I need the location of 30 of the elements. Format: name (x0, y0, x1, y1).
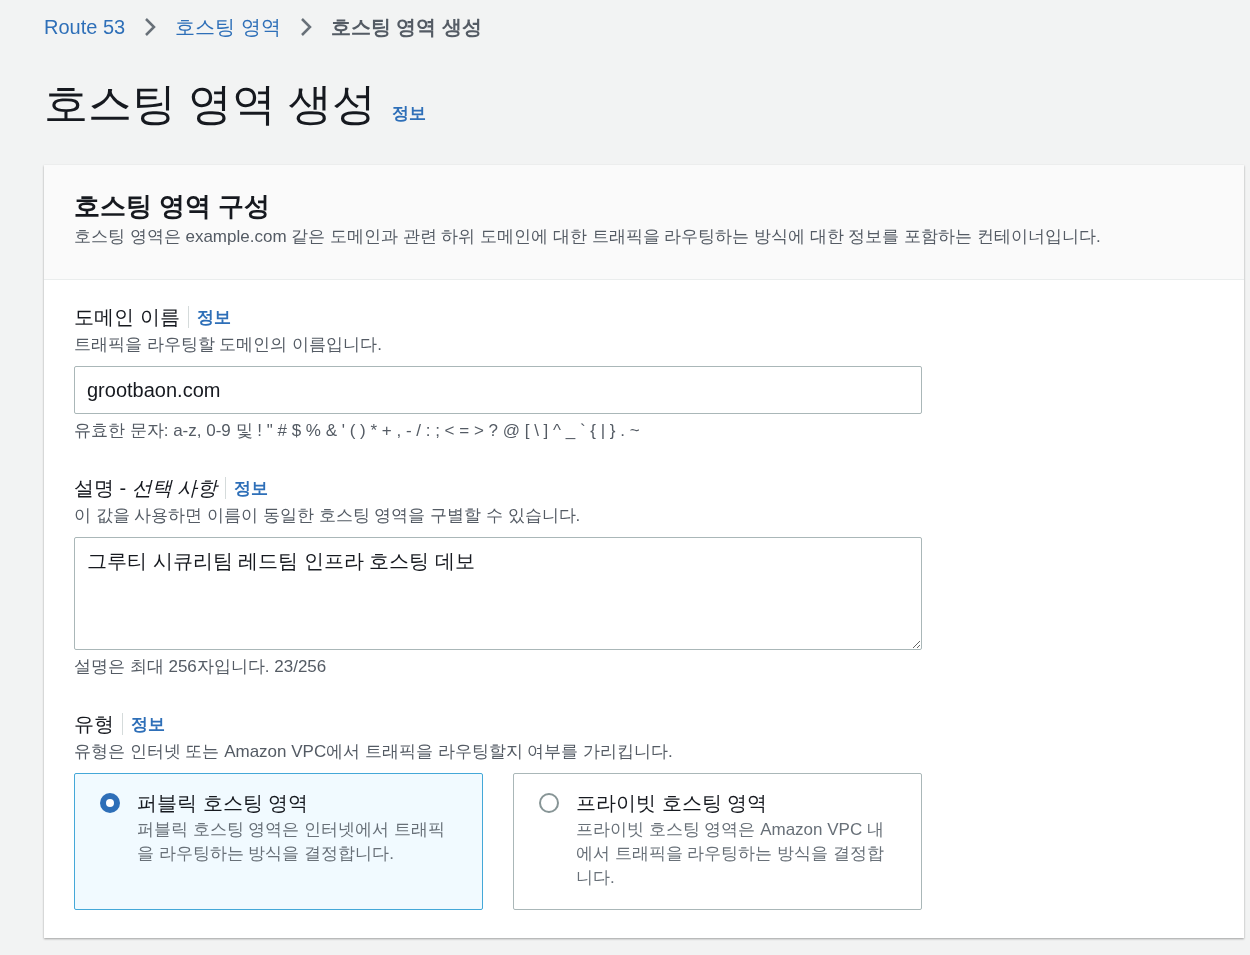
breadcrumb-link[interactable]: Route 53 (44, 12, 126, 42)
radio-button[interactable] (538, 792, 560, 814)
page-title: 호스팅 영역 생성 (44, 78, 377, 130)
breadcrumb-link[interactable]: 호스팅 영역 (175, 12, 281, 42)
info-link[interactable]: 정보 (196, 304, 231, 331)
field-label: 설명 - 선택 사항 (74, 476, 218, 502)
option-description: 프라이빗 호스팅 영역은 Amazon VPC 내에서 트래픽을 라우팅하는 방식을 결정합니다. (576, 819, 885, 889)
chevron-icon (298, 16, 313, 38)
option-description: 퍼블릭 호스팅 영역은 인터넷에서 트래픽을 라우팅하는 방식을 결정합니다. (137, 819, 446, 865)
text-input[interactable]: grootbaon.com (74, 366, 922, 414)
breadcrumb-current: 호스팅 영역 생성 (330, 15, 482, 40)
info-link[interactable]: 정보 (392, 101, 427, 127)
radio-button[interactable] (99, 792, 121, 814)
option-label: 프라이빗 호스팅 영역 (576, 791, 769, 816)
text-area[interactable]: 그루티 시큐리팀 레드팀 인프라 호스팅 데보 (74, 537, 922, 650)
panel-title: 호스팅 영역 구성 (74, 190, 272, 222)
field-hint: 트래픽을 라우팅할 도메인의 이름입니다. (74, 334, 383, 357)
field-constraint: 설명은 최대 256자입니다. 23/256 (74, 656, 328, 678)
field-label: 도메인 이름 (74, 305, 180, 331)
field-label: 유형 (74, 712, 114, 738)
info-link[interactable]: 정보 (131, 711, 165, 738)
panel-description: 호스팅 영역은 example.com 같은 도메인과 관련 하위 도메인에 대한 트래픽을 라우팅하는 방식에 대한 정보를 포함하는 컨테이너입니다. (74, 226, 1102, 248)
field-constraint: 유효한 문자: a-z, 0-9 및 ! " # $ % & ' ( ) * + , - / : ; < = > ? @ [ \ ] ^ _ ` { | } . ~ (74, 420, 641, 442)
info-link[interactable]: 정보 (234, 475, 269, 502)
radio-tile[interactable]: 프라이빗 호스팅 영역 프라이빗 호스팅 영역은 Amazon VPC 내에서 트래픽을 라우팅하는 방식을 결정합니다. (513, 773, 922, 911)
radio-tile[interactable]: 퍼블릭 호스팅 영역 퍼블릭 호스팅 영역은 인터넷에서 트래픽을 라우팅하는 방식을 결정합니다. (74, 773, 483, 911)
chevron-icon (143, 16, 158, 38)
option-label: 퍼블릭 호스팅 영역 (137, 791, 310, 816)
field-hint: 유형은 인터넷 또는 Amazon VPC에서 트래픽을 라우팅할지 여부를 가리킵니다. (74, 741, 674, 764)
field-hint: 이 값을 사용하면 이름이 동일한 호스팅 영역을 구별할 수 있습니다. (74, 505, 582, 528)
